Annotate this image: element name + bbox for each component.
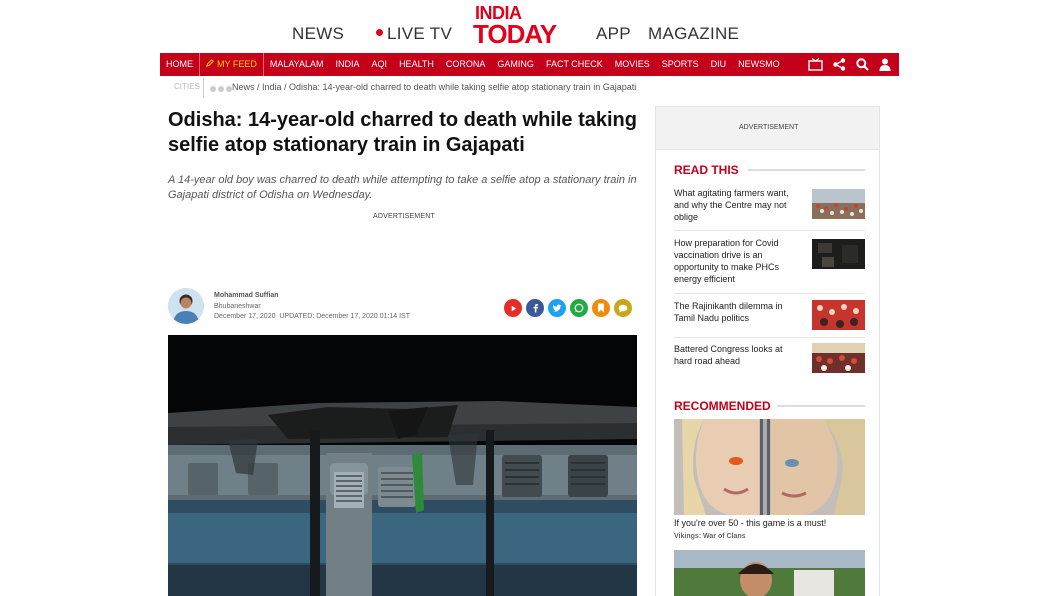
nav-item-health[interactable]: HEALTH xyxy=(393,53,440,76)
avatar-photo xyxy=(168,288,204,324)
live-dot-icon xyxy=(376,29,383,37)
author-name[interactable]: Mohammad Suffian xyxy=(214,292,279,299)
nav-item-sports[interactable]: SPORTS xyxy=(656,53,705,76)
nav-icons xyxy=(808,58,899,71)
comment-icon[interactable] xyxy=(614,299,632,317)
author-avatar[interactable] xyxy=(168,288,204,324)
tv-icon[interactable] xyxy=(808,58,823,71)
recommended-photo xyxy=(674,419,865,515)
publish-date: December 17, 2020 UPDATED: December 17, … xyxy=(214,313,410,320)
nav-news[interactable]: NEWS xyxy=(292,24,344,44)
bookmark-icon[interactable] xyxy=(592,299,610,317)
nav-item-my-feed-label: MY FEED xyxy=(217,59,257,69)
train-photo xyxy=(168,335,637,596)
divider xyxy=(777,405,865,407)
loading-dots-icon xyxy=(210,84,234,94)
article-title: Odisha: 14-year-old charred to death whi… xyxy=(168,109,637,156)
recommended-caption[interactable]: If you're over 50 - this game is a must! xyxy=(674,518,826,528)
sidebar-advertisement: ADVERTISEMENT xyxy=(655,106,880,150)
read-this-heading: READ THIS xyxy=(674,163,739,177)
share-bar xyxy=(504,299,632,317)
recommended-photo xyxy=(674,550,865,596)
divider xyxy=(203,78,204,98)
nav-app[interactable]: APP xyxy=(596,24,631,44)
sidebar: READ THIS What agitating farmers want, a… xyxy=(655,150,880,596)
india-today-logo[interactable]: INDIA TODAY xyxy=(473,4,563,50)
nav-item-my-feed[interactable]: MY FEED xyxy=(199,53,264,76)
breadcrumb-bar: CITIES News / India / Odisha: 14-year-ol… xyxy=(160,78,899,98)
nav-item-india[interactable]: INDIA xyxy=(330,53,366,76)
nav-item-malayalam[interactable]: MALAYALAM xyxy=(264,53,330,76)
read-this-item-title: Battered Congress looks at hard road ahe… xyxy=(674,344,783,366)
top-nav: NEWS LIVE TV INDIA TODAY APP MAGAZINE xyxy=(160,0,899,52)
recommended-heading: RECOMMENDED xyxy=(674,399,771,413)
nav-live-tv[interactable]: LIVE TV xyxy=(376,24,452,44)
recommended-source: Vikings: War of Clans xyxy=(674,533,746,540)
author-location: Bhubaneshwar xyxy=(214,303,261,310)
read-this-item[interactable]: The Rajinikanth dilemma in Tamil Nadu po… xyxy=(674,300,865,338)
advertisement-label: ADVERTISEMENT xyxy=(373,213,435,220)
search-icon[interactable] xyxy=(856,58,869,71)
nav-item-aqi[interactable]: AQI xyxy=(366,53,394,76)
read-this-thumbnail xyxy=(812,300,865,330)
author-block: Mohammad Suffian Bhubaneshwar December 1… xyxy=(168,288,638,324)
read-this-item-title: The Rajinikanth dilemma in Tamil Nadu po… xyxy=(674,301,783,323)
youtube-icon[interactable] xyxy=(504,299,522,317)
nav-magazine[interactable]: MAGAZINE xyxy=(648,24,739,44)
updated-date: UPDATED: December 17, 2020 01:14 IST xyxy=(279,313,410,320)
pencil-icon xyxy=(206,59,214,67)
nav-item-gaming[interactable]: GAMING xyxy=(491,53,540,76)
nav-item-movies[interactable]: MOVIES xyxy=(609,53,656,76)
article-summary: A 14-year old boy was charred to death w… xyxy=(168,174,637,201)
twitter-icon[interactable] xyxy=(548,299,566,317)
divider xyxy=(748,169,865,171)
whatsapp-icon[interactable] xyxy=(570,299,588,317)
read-this-item[interactable]: Battered Congress looks at hard road ahe… xyxy=(674,343,865,379)
nav-item-newsmo[interactable]: NEWSMO xyxy=(732,53,786,76)
read-this-thumbnail xyxy=(812,189,865,219)
facebook-icon[interactable] xyxy=(526,299,544,317)
nav-item-corona[interactable]: CORONA xyxy=(440,53,492,76)
recommended-image[interactable] xyxy=(674,550,865,596)
nav-live-tv-label: LIVE TV xyxy=(387,24,453,43)
read-this-item[interactable]: How preparation for Covid vaccination dr… xyxy=(674,237,865,294)
sidebar-advertisement-label: ADVERTISEMENT xyxy=(739,124,799,131)
nav-item-home[interactable]: HOME xyxy=(160,53,199,76)
recommended-image[interactable] xyxy=(674,419,865,515)
nav-item-fact-check[interactable]: FACT CHECK xyxy=(540,53,609,76)
read-this-item-title: How preparation for Covid vaccination dr… xyxy=(674,238,780,284)
logo-line2: TODAY xyxy=(473,19,557,50)
breadcrumb[interactable]: News / India / Odisha: 14-year-old charr… xyxy=(232,82,636,92)
read-this-item-title: What agitating farmers want, and why the… xyxy=(674,188,789,222)
main-nav-bar: HOME MY FEED MALAYALAM INDIA AQI HEALTH … xyxy=(160,53,899,76)
nav-item-diu[interactable]: DIU xyxy=(705,53,733,76)
page: NEWS LIVE TV INDIA TODAY APP MAGAZINE HO… xyxy=(0,0,1060,596)
publish-date-value: December 17, 2020 xyxy=(214,313,276,320)
read-this-item[interactable]: What agitating farmers want, and why the… xyxy=(674,187,865,231)
user-icon[interactable] xyxy=(879,58,891,71)
read-this-thumbnail xyxy=(812,239,865,269)
share-icon[interactable] xyxy=(833,58,846,71)
read-this-thumbnail xyxy=(812,343,865,373)
article-photo[interactable] xyxy=(168,335,637,596)
cities-link[interactable]: CITIES xyxy=(174,82,200,91)
